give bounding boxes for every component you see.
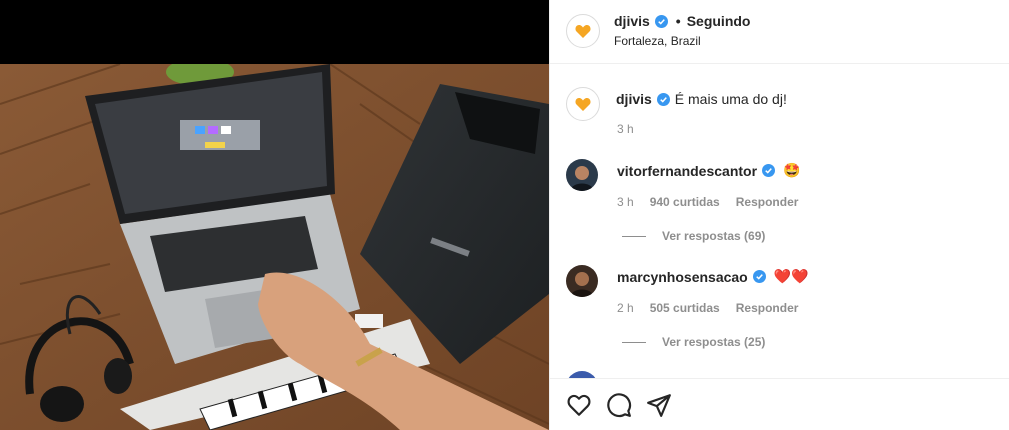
reply-button[interactable]: Responder (736, 195, 799, 209)
caption-username[interactable]: djivis (616, 91, 652, 107)
verified-badge-icon (654, 14, 668, 28)
comment-text: ❤️❤️ (773, 268, 809, 284)
reply-button[interactable]: Responder (736, 301, 799, 315)
commenter-avatar[interactable] (566, 371, 598, 378)
post-sidebar: djivis • Seguindo Fortaleza, Brazil djiv… (549, 0, 1009, 430)
caption-avatar[interactable] (566, 87, 600, 121)
comment-likes[interactable]: 940 curtidas (650, 195, 720, 209)
caption-row: djivis É mais uma do dj! (616, 91, 787, 107)
comment-row: vitorfernandescantor 🤩 (617, 162, 800, 179)
heart-logo-icon (575, 25, 591, 38)
view-replies-label: Ver respostas (69) (662, 229, 766, 243)
post-actions-bar (550, 378, 1009, 430)
header-user-row: djivis • Seguindo (614, 13, 750, 29)
view-replies-button[interactable]: Ver respostas (25) (622, 335, 765, 349)
caption-timestamp[interactable]: 3 h (617, 122, 634, 136)
view-replies-button[interactable]: Ver respostas (69) (622, 229, 765, 243)
replies-divider (622, 341, 646, 343)
comment-timestamp[interactable]: 3 h (617, 195, 634, 209)
verified-badge-icon (656, 92, 670, 106)
location-link[interactable]: Fortaleza, Brazil (614, 34, 701, 48)
commenter-avatar[interactable] (566, 159, 598, 191)
comment-username[interactable]: vitorfernandescantor (617, 163, 757, 179)
post-header: djivis • Seguindo Fortaleza, Brazil (550, 0, 1009, 64)
comment-icon[interactable] (606, 392, 632, 418)
comments-list[interactable]: djivis É mais uma do dj! 3 h vitorfernan… (550, 65, 1009, 378)
follow-status-button[interactable]: Seguindo (687, 13, 751, 29)
header-username[interactable]: djivis (614, 13, 650, 29)
post-photo (0, 64, 549, 430)
comment-meta: 3 h 940 curtidas Responder (617, 195, 798, 209)
comment-likes[interactable]: 505 curtidas (650, 301, 720, 315)
comment-username[interactable]: marcynhosensacao (617, 269, 748, 285)
comment-text: 🤩 (783, 162, 801, 178)
avatar-photo (566, 265, 598, 297)
comment-timestamp[interactable]: 2 h (617, 301, 634, 315)
comment-meta: 2 h 505 curtidas Responder (617, 301, 798, 315)
avatar-photo (566, 159, 598, 191)
separator-dot: • (675, 13, 681, 29)
avatar[interactable] (566, 14, 600, 48)
verified-badge-icon (762, 164, 776, 177)
heart-outline-icon[interactable] (566, 392, 592, 418)
view-replies-label: Ver respostas (25) (662, 335, 766, 349)
post-media[interactable] (0, 0, 549, 430)
comment-row: marcynhosensacao ❤️❤️ (617, 268, 809, 285)
caption-text: É mais uma do dj! (674, 91, 787, 107)
paper-plane-icon[interactable] (646, 392, 672, 418)
heart-logo-icon (575, 98, 591, 111)
commenter-avatar[interactable] (566, 265, 598, 297)
verified-badge-icon (752, 270, 766, 283)
replies-divider (622, 235, 646, 237)
